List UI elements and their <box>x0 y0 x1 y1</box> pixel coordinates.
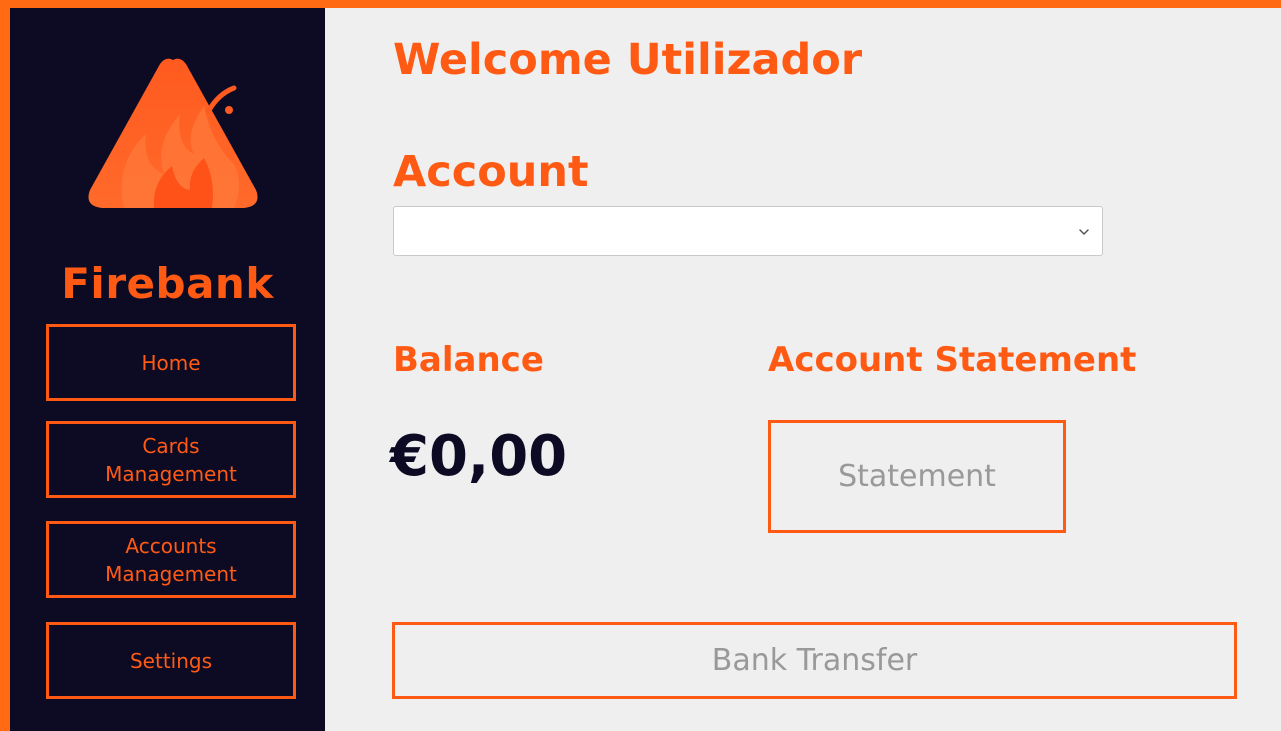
brand-name: Firebank <box>61 259 274 308</box>
app-frame: Firebank Home Cards Management Accounts … <box>10 8 1281 731</box>
balance-label: Balance <box>393 340 544 380</box>
sidebar-item-label: Accounts Management <box>105 533 237 586</box>
sidebar-item-label: Cards Management <box>105 433 237 486</box>
chevron-down-icon <box>1079 229 1089 235</box>
sidebar-item-label: Settings <box>129 648 213 673</box>
sidebar-item-home[interactable]: Home <box>46 324 296 401</box>
sidebar-item-cards-management[interactable]: Cards Management <box>46 421 296 498</box>
balance-value: €0,00 <box>390 424 568 489</box>
flame-triangle-logo <box>88 58 258 208</box>
sidebar-item-label: Home <box>141 350 201 375</box>
statement-button[interactable]: Statement <box>768 420 1066 533</box>
account-select[interactable] <box>393 206 1103 256</box>
account-statement-label: Account Statement <box>768 340 1137 380</box>
sidebar-item-accounts-management[interactable]: Accounts Management <box>46 521 296 598</box>
bank-transfer-button[interactable]: Bank Transfer <box>392 622 1237 699</box>
page-title: Welcome Utilizador <box>393 35 863 85</box>
account-label: Account <box>393 147 589 197</box>
sidebar-item-settings[interactable]: Settings <box>46 622 296 699</box>
sidebar: Firebank Home Cards Management Accounts … <box>10 8 325 731</box>
